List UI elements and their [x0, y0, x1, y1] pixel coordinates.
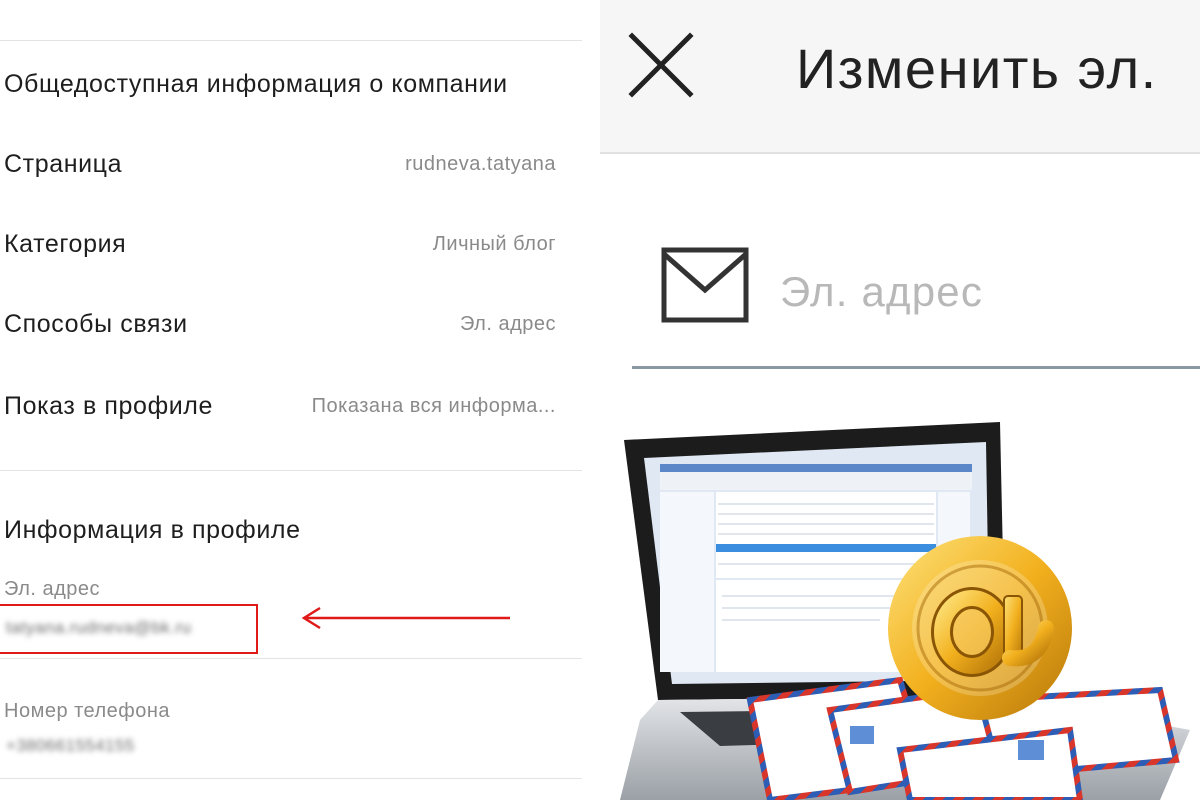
email-input[interactable] — [780, 262, 1180, 322]
app-message-list — [716, 492, 936, 578]
app-folder-pane — [660, 492, 714, 672]
dialog-header: Изменить эл. — [600, 0, 1200, 154]
edit-email-panel: Изменить эл. — [600, 0, 1200, 800]
company-info-panel: Общедоступная информация о компании Стра… — [0, 0, 600, 800]
row-label: Категория — [4, 229, 127, 258]
row-category[interactable]: Категория Личный блог — [0, 224, 556, 264]
app-toolbar — [660, 472, 972, 490]
app-selected-message — [716, 544, 936, 552]
top-divider — [0, 40, 582, 41]
row-public-company-info[interactable]: Общедоступная информация о компании — [0, 64, 556, 104]
envelope-icon — [661, 247, 749, 323]
row-value: Показана вся информа... — [311, 394, 556, 417]
dialog-title: Изменить эл. — [796, 37, 1158, 100]
row-label: Показ в профиле — [4, 391, 213, 420]
row-label: Способы связи — [4, 309, 188, 338]
bottom-divider — [0, 778, 582, 779]
at-sign-icon — [888, 536, 1072, 720]
row-label: Страница — [4, 149, 123, 178]
profile-info-title: Информация в профиле — [4, 516, 301, 544]
row-profile-display[interactable]: Показ в профиле Показана вся информа... — [0, 386, 556, 426]
phone-value[interactable]: +380661554155 — [6, 736, 135, 756]
email-highlight-box — [0, 604, 258, 654]
row-page[interactable]: Страница rudneva.tatyana — [0, 144, 556, 184]
close-icon[interactable] — [626, 30, 696, 100]
row-value: rudneva.tatyana — [405, 152, 556, 175]
pointer-arrow-icon — [301, 606, 510, 630]
row-value: Личный блог — [432, 232, 556, 255]
section-divider — [0, 470, 582, 471]
app-titlebar — [660, 464, 972, 472]
email-label: Эл. адрес — [4, 578, 101, 600]
email-input-underline — [632, 366, 1200, 369]
row-label: Общедоступная информация о компании — [4, 69, 508, 98]
phone-label: Номер телефона — [4, 700, 171, 722]
row-contact-options[interactable]: Способы связи Эл. адрес — [0, 304, 556, 344]
row-value: Эл. адрес — [459, 312, 556, 335]
laptop-email-illustration — [620, 422, 1190, 800]
field-divider — [0, 658, 582, 659]
